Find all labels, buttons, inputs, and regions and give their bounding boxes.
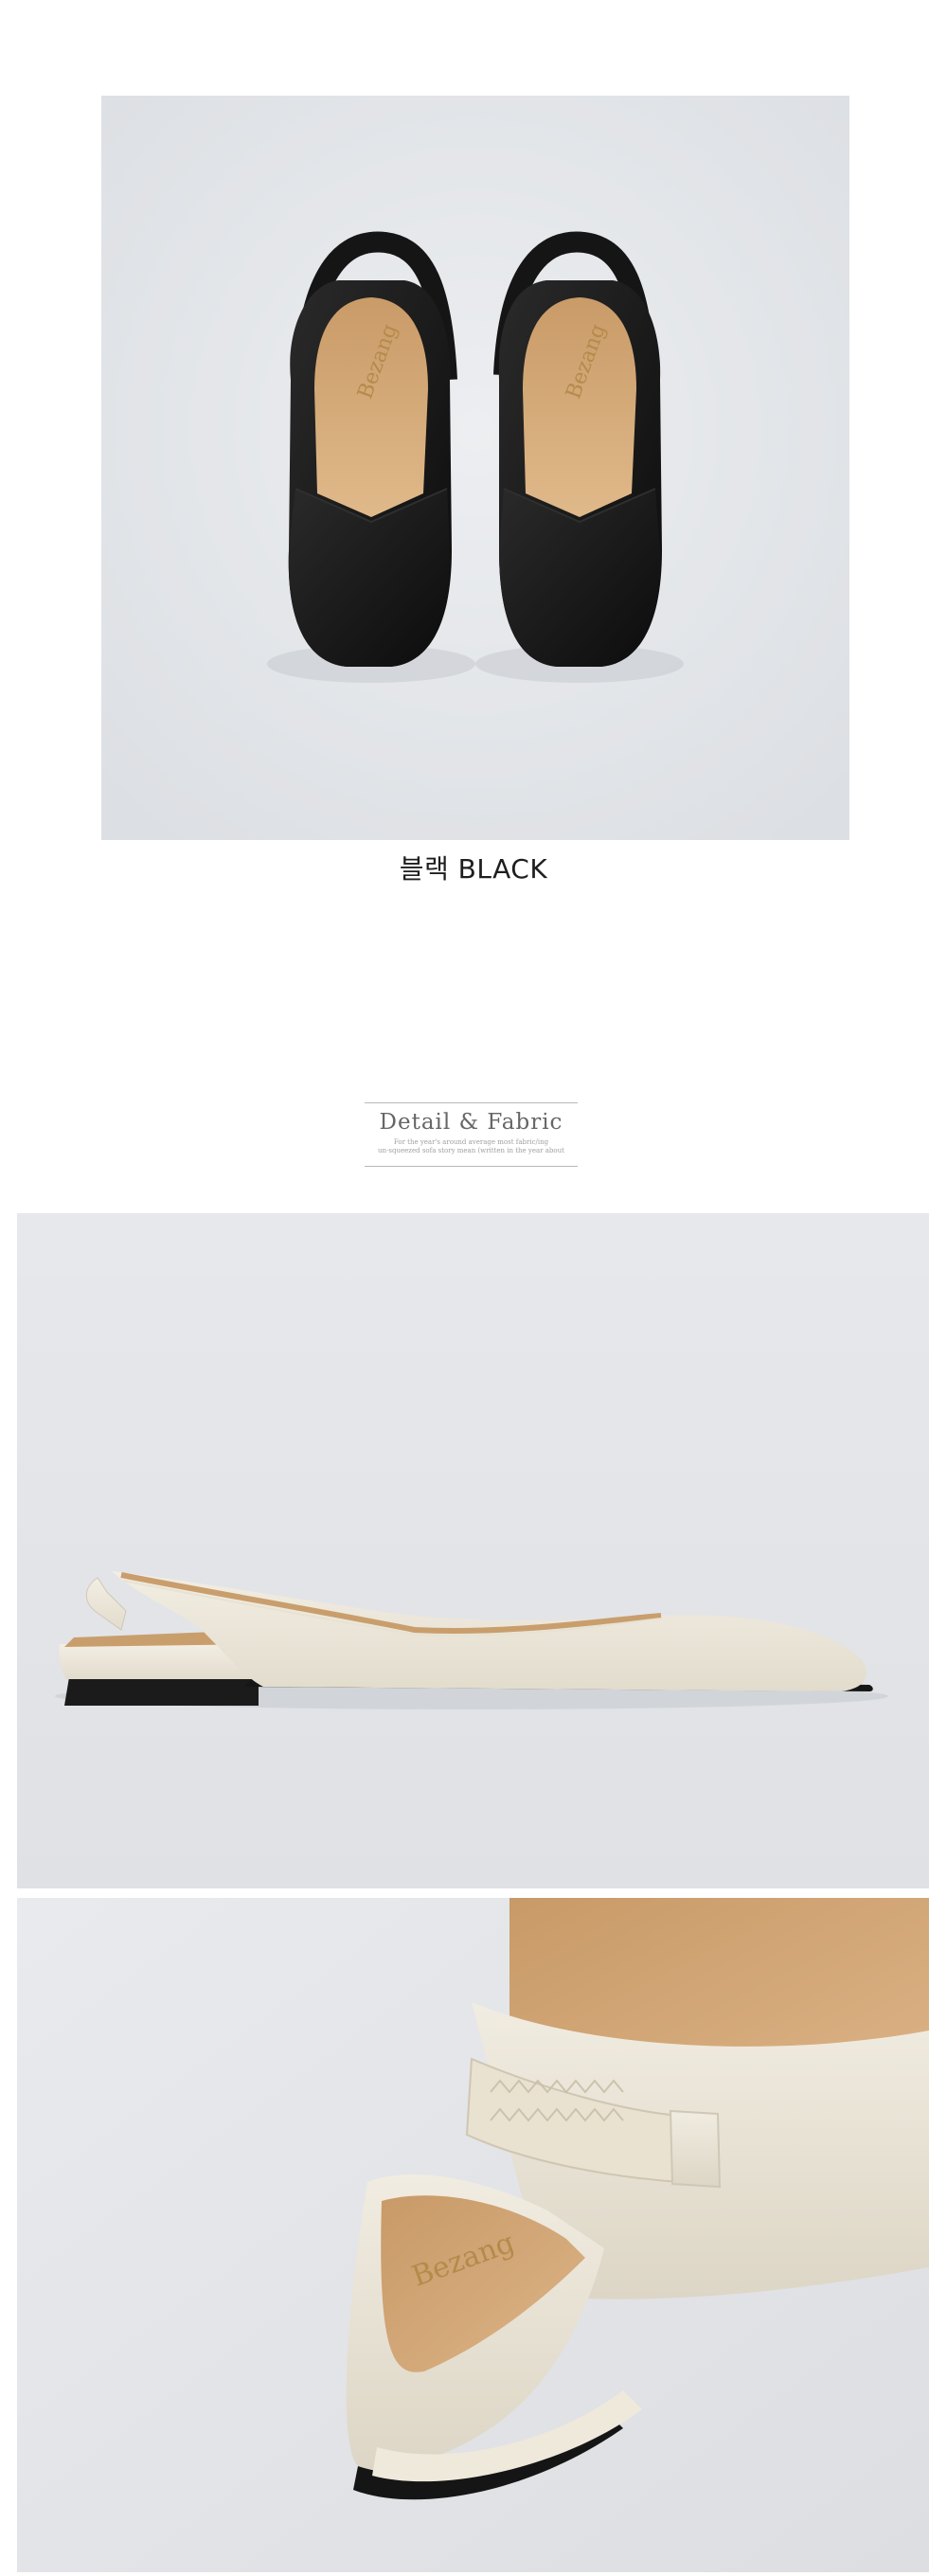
product-photo-detail-view: Bezang	[17, 1898, 929, 2572]
ivory-slingback-detail-illustration: Bezang	[17, 1898, 929, 2572]
color-option-label: 블랙 BLACK	[399, 853, 548, 885]
detail-fabric-title: Detail & Fabric	[379, 1110, 563, 1135]
ivory-slingback-side-illustration	[17, 1213, 929, 1888]
detail-fabric-header: Detail & Fabric For the year's around av…	[365, 1102, 578, 1167]
header-top-rule	[365, 1102, 578, 1103]
detail-fabric-subtitle-2: un-squeezed sofa story mean (written in …	[378, 1147, 564, 1154]
detail-fabric-subtitle-1: For the year's around average most fabri…	[393, 1138, 549, 1146]
black-slingbacks-illustration: Bezang Bezang	[101, 96, 849, 840]
product-photo-side-view	[17, 1213, 929, 1888]
header-bottom-rule	[365, 1166, 578, 1167]
left-shoe: Bezang	[288, 231, 457, 667]
product-photo-black: Bezang Bezang	[101, 96, 849, 840]
right-shoe: Bezang	[493, 231, 662, 667]
